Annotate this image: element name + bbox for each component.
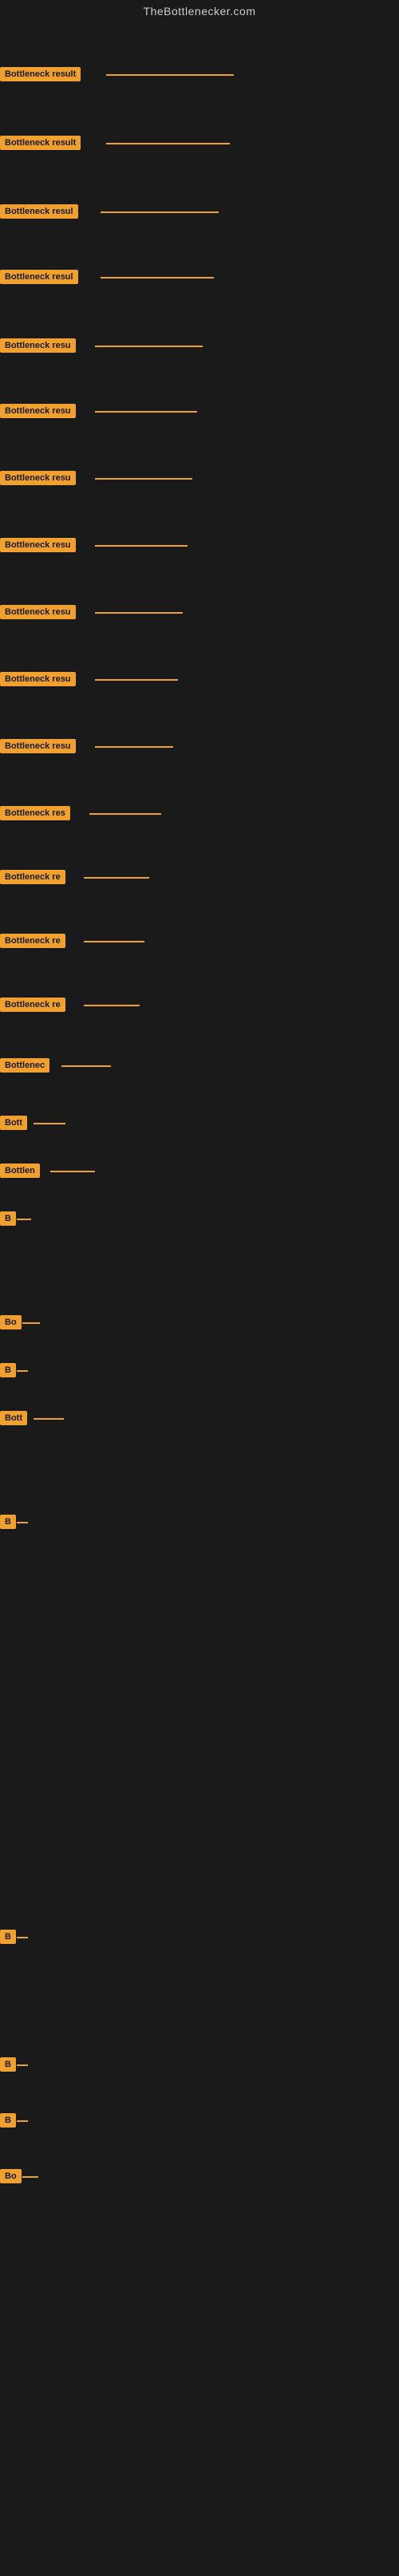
bottleneck-badge: Bottleneck resul — [0, 270, 78, 284]
bottleneck-badge: Bottleneck resul — [0, 204, 78, 219]
bottleneck-item: B — [0, 1515, 16, 1529]
bottleneck-item: B — [0, 1211, 16, 1226]
bottleneck-bar — [84, 877, 149, 879]
bottleneck-bar — [95, 746, 173, 748]
bottleneck-bar — [17, 2120, 28, 2122]
bottleneck-bar — [106, 74, 234, 76]
bottleneck-badge: Bott — [0, 1116, 27, 1130]
bottleneck-item: Bottleneck re — [0, 870, 65, 884]
bottleneck-item: Bottlenec — [0, 1058, 49, 1073]
bottleneck-badge: Bottleneck re — [0, 870, 65, 884]
bottleneck-item: Bottleneck re — [0, 998, 65, 1012]
bottleneck-bar — [95, 612, 183, 614]
bottleneck-item: Bott — [0, 1411, 27, 1425]
bottleneck-item: Bottleneck resul — [0, 204, 78, 219]
bottleneck-bar — [34, 1123, 65, 1124]
bottleneck-item: Bottleneck resu — [0, 404, 76, 418]
bottleneck-badge: Bottleneck resu — [0, 538, 76, 552]
bottleneck-item: Bottleneck resu — [0, 739, 76, 753]
bottleneck-item: Bo — [0, 1315, 22, 1329]
bottleneck-bar — [34, 1418, 64, 1420]
bottleneck-bar — [106, 143, 230, 144]
bottleneck-bar — [50, 1171, 95, 1172]
bottleneck-badge: Bottleneck re — [0, 934, 65, 948]
bottleneck-bar — [17, 1522, 28, 1523]
bottleneck-bar — [17, 1219, 31, 1220]
bottleneck-item: Bottleneck resul — [0, 270, 78, 284]
bottleneck-badge: Bottleneck result — [0, 67, 81, 81]
bottleneck-badge: B — [0, 1930, 16, 1944]
bottleneck-badge: Bottleneck resu — [0, 605, 76, 619]
bottleneck-badge: Bottleneck resu — [0, 338, 76, 353]
bottleneck-badge: Bottlen — [0, 1164, 40, 1178]
bottleneck-badge: Bott — [0, 1411, 27, 1425]
bottleneck-bar — [22, 2176, 38, 2178]
bottleneck-bar — [17, 2064, 28, 2066]
bottleneck-badge: Bottleneck resu — [0, 404, 76, 418]
bottleneck-item: Bo — [0, 2169, 22, 2183]
bottleneck-item: Bott — [0, 1116, 27, 1130]
bottleneck-bar — [95, 411, 197, 413]
bottleneck-item: Bottleneck res — [0, 806, 70, 820]
bottleneck-bar — [89, 813, 161, 815]
bottleneck-badge: B — [0, 2113, 16, 2128]
bottleneck-badge: Bottlenec — [0, 1058, 49, 1073]
bottleneck-bar — [17, 1370, 28, 1372]
bottleneck-item: Bottleneck resu — [0, 338, 76, 353]
bottleneck-badge: Bottleneck resu — [0, 739, 76, 753]
bottleneck-item: Bottleneck result — [0, 67, 81, 81]
bottleneck-item: Bottleneck re — [0, 934, 65, 948]
bottleneck-badge: B — [0, 2057, 16, 2072]
bottleneck-item: Bottleneck result — [0, 136, 81, 150]
bottleneck-badge: Bottleneck res — [0, 806, 70, 820]
bottleneck-badge: Bottleneck resu — [0, 471, 76, 485]
bottleneck-item: Bottleneck resu — [0, 605, 76, 619]
bottleneck-bar — [95, 545, 188, 547]
bottleneck-badge: Bo — [0, 2169, 22, 2183]
bottleneck-item: Bottleneck resu — [0, 471, 76, 485]
bottleneck-bar — [95, 346, 203, 347]
bottleneck-item: B — [0, 2113, 16, 2128]
bottleneck-bar — [101, 277, 214, 279]
bottleneck-bar — [95, 679, 178, 681]
bottleneck-item: B — [0, 1363, 16, 1377]
bottleneck-bar — [101, 211, 219, 213]
bottleneck-bar — [84, 941, 144, 942]
bottleneck-badge: Bo — [0, 1315, 22, 1329]
bottleneck-item: B — [0, 1930, 16, 1944]
bottleneck-bar — [17, 1937, 28, 1938]
bottleneck-item: Bottleneck resu — [0, 672, 76, 686]
bottleneck-bar — [22, 1322, 40, 1324]
bottleneck-item: Bottleneck resu — [0, 538, 76, 552]
bottleneck-badge: Bottleneck result — [0, 136, 81, 150]
bottleneck-item: B — [0, 2057, 16, 2072]
bottleneck-badge: B — [0, 1211, 16, 1226]
bottleneck-bar — [95, 478, 192, 480]
bottleneck-item: Bottlen — [0, 1164, 40, 1178]
bottleneck-badge: B — [0, 1363, 16, 1377]
bottleneck-badge: Bottleneck resu — [0, 672, 76, 686]
site-title: TheBottlenecker.com — [0, 0, 399, 22]
bottleneck-bar — [84, 1005, 140, 1006]
bottleneck-bar — [61, 1065, 111, 1067]
bottleneck-badge: Bottleneck re — [0, 998, 65, 1012]
bottleneck-badge: B — [0, 1515, 16, 1529]
